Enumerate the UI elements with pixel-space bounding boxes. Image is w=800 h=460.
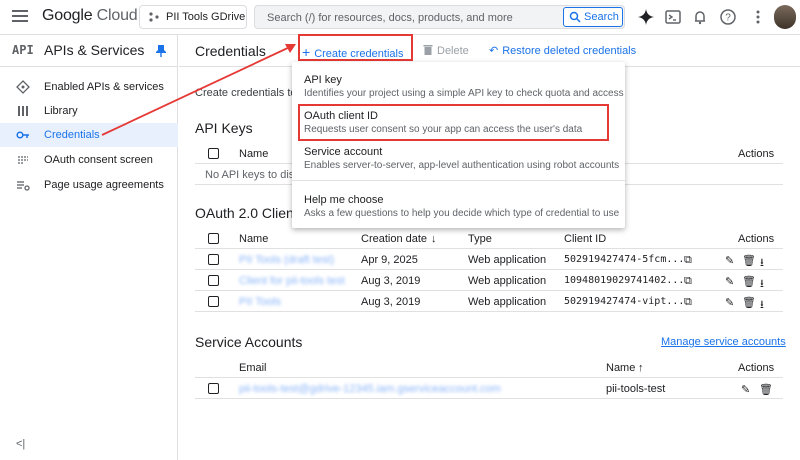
annotation-arrow xyxy=(101,44,296,136)
